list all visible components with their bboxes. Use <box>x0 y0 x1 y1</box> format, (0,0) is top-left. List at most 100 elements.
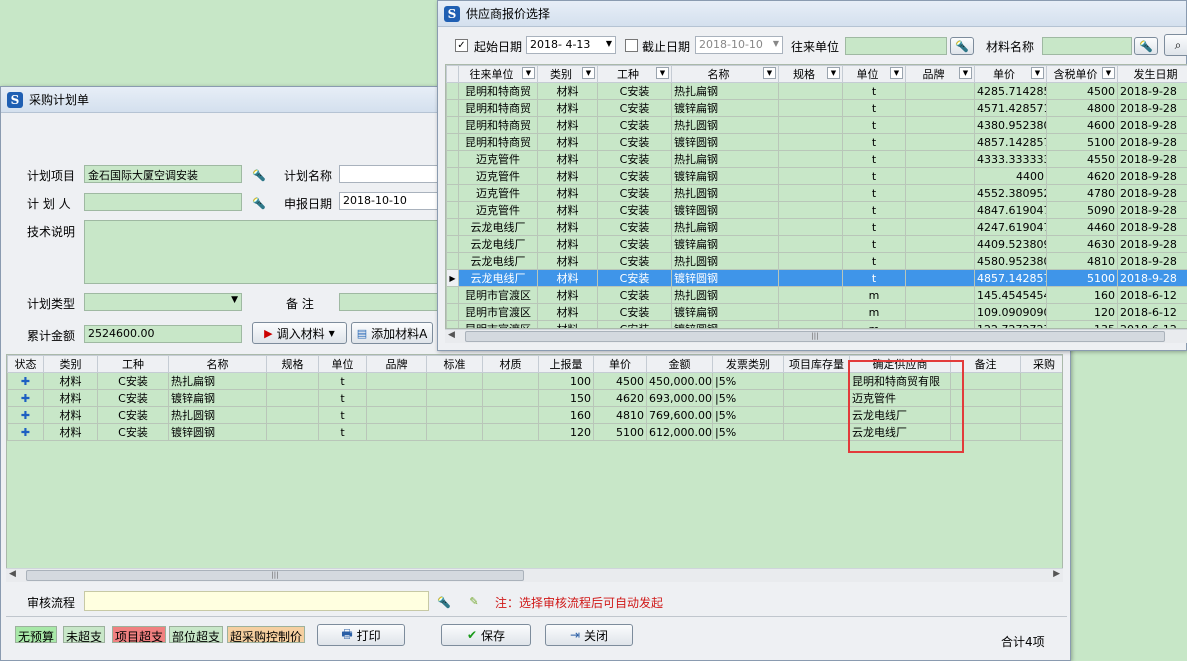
cell-empty[interactable] <box>783 372 850 390</box>
quote-cell[interactable] <box>905 218 975 236</box>
quote-cell[interactable]: 材料 <box>537 116 598 134</box>
cell-work[interactable]: C安装 <box>97 372 169 390</box>
cell-amount[interactable]: 450,000.00 <box>646 372 713 390</box>
plan-col-header[interactable]: 单价 <box>593 355 647 373</box>
table-row[interactable]: ▶ 云龙电线厂 材料 C安装 镀锌圆钢 t 4857.142857 5100 2018-9-28 <box>446 269 1187 287</box>
quote-cell[interactable]: 云龙电线厂 <box>458 252 538 270</box>
plan-scroll-thumb[interactable]: ||| <box>26 570 524 581</box>
table-row[interactable]: 昆明市官渡区 材料 C安装 热扎圆钢 m 145.4545454 160 2018-6-12 <box>446 286 1187 304</box>
quote-cell[interactable] <box>778 201 843 219</box>
quote-grid-hscrollbar[interactable]: ◀ ||| <box>445 329 1187 343</box>
cell-unit[interactable]: t <box>318 423 367 441</box>
quote-col-header[interactable]: 类别 ▼ <box>537 65 598 83</box>
quote-cell[interactable] <box>905 235 975 253</box>
plan-col-header[interactable]: 类别 <box>43 355 98 373</box>
plan-col-header[interactable]: 材质 <box>482 355 539 373</box>
quote-cell[interactable]: 2018-9-28 <box>1117 133 1187 151</box>
quote-cell[interactable]: 材料 <box>537 150 598 168</box>
quote-col-header[interactable]: 单位 ▼ <box>842 65 906 83</box>
quote-cell[interactable]: 120 <box>1046 303 1118 321</box>
quote-cell[interactable] <box>905 252 975 270</box>
project-lookup-icon[interactable]: 🔦 <box>250 168 268 182</box>
quote-cell[interactable]: 122.7272727 <box>974 320 1047 328</box>
quote-cell[interactable]: 4500 <box>1046 82 1118 100</box>
quote-cell[interactable] <box>778 320 843 328</box>
table-row[interactable]: 昆明和特商贸 材料 C安装 热扎圆钢 t 4380.952380 4600 2018-9-28 <box>446 116 1187 134</box>
table-row[interactable]: 昆明和特商贸 材料 C安装 镀锌圆钢 t 4857.142857 5100 2018-9-28 <box>446 133 1187 151</box>
quote-cell[interactable] <box>778 269 843 287</box>
quote-cell[interactable]: 4247.619047 <box>974 218 1047 236</box>
material-lookup-button[interactable]: 🔦 <box>1134 37 1158 55</box>
table-row[interactable]: 云龙电线厂 材料 C安装 镀锌扁钢 t 4409.523809 4630 2018-9-28 <box>446 235 1187 253</box>
scroll-left-icon[interactable]: ◀ <box>448 330 455 340</box>
quote-cell[interactable]: 4333.333333 <box>974 150 1047 168</box>
cell-spec[interactable] <box>266 372 319 390</box>
filter-dropdown-icon[interactable]: ▼ <box>827 67 840 79</box>
quote-cell[interactable]: 材料 <box>537 303 598 321</box>
quote-cell[interactable]: 4580.952380 <box>974 252 1047 270</box>
cell-empty[interactable] <box>783 406 850 424</box>
cell-type[interactable]: 材料 <box>43 406 98 424</box>
cell-amount[interactable]: 693,000.00 <box>646 389 713 407</box>
filter-dropdown-icon[interactable]: ▼ <box>656 67 669 79</box>
remark-field[interactable] <box>339 293 439 311</box>
material-field[interactable] <box>1042 37 1132 55</box>
quote-cell[interactable]: 4857.142857 <box>974 269 1047 287</box>
quote-cell[interactable]: 昆明市官渡区 <box>458 286 538 304</box>
plan-type-select[interactable]: ▼ <box>84 293 242 311</box>
quote-cell[interactable]: C安装 <box>597 320 672 328</box>
quote-cell[interactable]: 4847.619047 <box>974 201 1047 219</box>
quote-cell[interactable]: 热扎扁钢 <box>671 82 779 100</box>
tech-textarea[interactable] <box>84 220 439 284</box>
quote-cell[interactable] <box>778 82 843 100</box>
quote-cell[interactable]: 109.0909090 <box>974 303 1047 321</box>
cell-empty[interactable] <box>783 423 850 441</box>
quote-cell[interactable]: 2018-9-28 <box>1117 99 1187 117</box>
quote-cell[interactable]: t <box>842 269 906 287</box>
quote-cell[interactable] <box>778 286 843 304</box>
quote-col-header[interactable]: 名称 ▼ <box>671 65 779 83</box>
quote-cell[interactable]: C安装 <box>597 99 672 117</box>
filter-dropdown-icon[interactable]: ▼ <box>582 67 595 79</box>
cell-unit[interactable]: t <box>318 389 367 407</box>
cell-empty[interactable] <box>1020 372 1062 390</box>
plan-grid-hscrollbar[interactable]: ◀ ||| ▶ <box>6 568 1063 582</box>
print-button[interactable]: 🖶 打印 <box>317 624 405 646</box>
cell-type[interactable]: 材料 <box>43 423 98 441</box>
quote-col-header[interactable]: 工种 ▼ <box>597 65 672 83</box>
plan-name-field[interactable] <box>339 165 439 183</box>
plan-col-header[interactable]: 单位 <box>318 355 367 373</box>
table-row[interactable]: 迈克管件 材料 C安装 热扎圆钢 t 4552.380952 4780 2018-9-28 <box>446 184 1187 202</box>
search-button[interactable]: ⌕ <box>1164 34 1187 56</box>
planner-lookup-icon[interactable]: 🔦 <box>250 196 268 210</box>
quote-cell[interactable]: C安装 <box>597 201 672 219</box>
quote-cell[interactable]: 2018-9-28 <box>1117 218 1187 236</box>
cell-work[interactable]: C安装 <box>97 389 169 407</box>
quote-cell[interactable] <box>905 116 975 134</box>
quote-cell[interactable]: C安装 <box>597 116 672 134</box>
quote-cell[interactable]: 4857.142857 <box>974 133 1047 151</box>
quote-cell[interactable]: 材料 <box>537 320 598 328</box>
cell-empty[interactable] <box>366 406 427 424</box>
table-row[interactable]: 昆明市官渡区材料C安装镀锌圆钢 m 122.72727271352018-6-12 <box>446 320 1187 328</box>
quote-cell[interactable]: 4285.714285 <box>974 82 1047 100</box>
plus-icon[interactable]: ✚ <box>21 409 30 422</box>
quote-cell[interactable]: 昆明和特商贸 <box>458 99 538 117</box>
quote-cell[interactable]: 热扎圆钢 <box>671 116 779 134</box>
quote-cell[interactable]: C安装 <box>597 150 672 168</box>
plan-col-header[interactable]: 规格 <box>266 355 319 373</box>
cell-spec[interactable] <box>266 389 319 407</box>
quote-cell[interactable]: 镀锌圆钢 <box>671 133 779 151</box>
quote-cell[interactable]: 热扎圆钢 <box>671 286 779 304</box>
quote-cell[interactable]: t <box>842 133 906 151</box>
quote-cell[interactable]: t <box>842 99 906 117</box>
quote-cell[interactable]: C安装 <box>597 133 672 151</box>
cell-empty[interactable] <box>426 423 483 441</box>
quote-cell[interactable]: 4380.952380 <box>974 116 1047 134</box>
quote-cell[interactable]: 迈克管件 <box>458 150 538 168</box>
quote-cell[interactable] <box>778 218 843 236</box>
quote-cell[interactable] <box>778 167 843 185</box>
quote-cell[interactable]: t <box>842 167 906 185</box>
quote-cell[interactable]: 2018-6-12 <box>1117 286 1187 304</box>
quote-cell[interactable]: 2018-9-28 <box>1117 116 1187 134</box>
